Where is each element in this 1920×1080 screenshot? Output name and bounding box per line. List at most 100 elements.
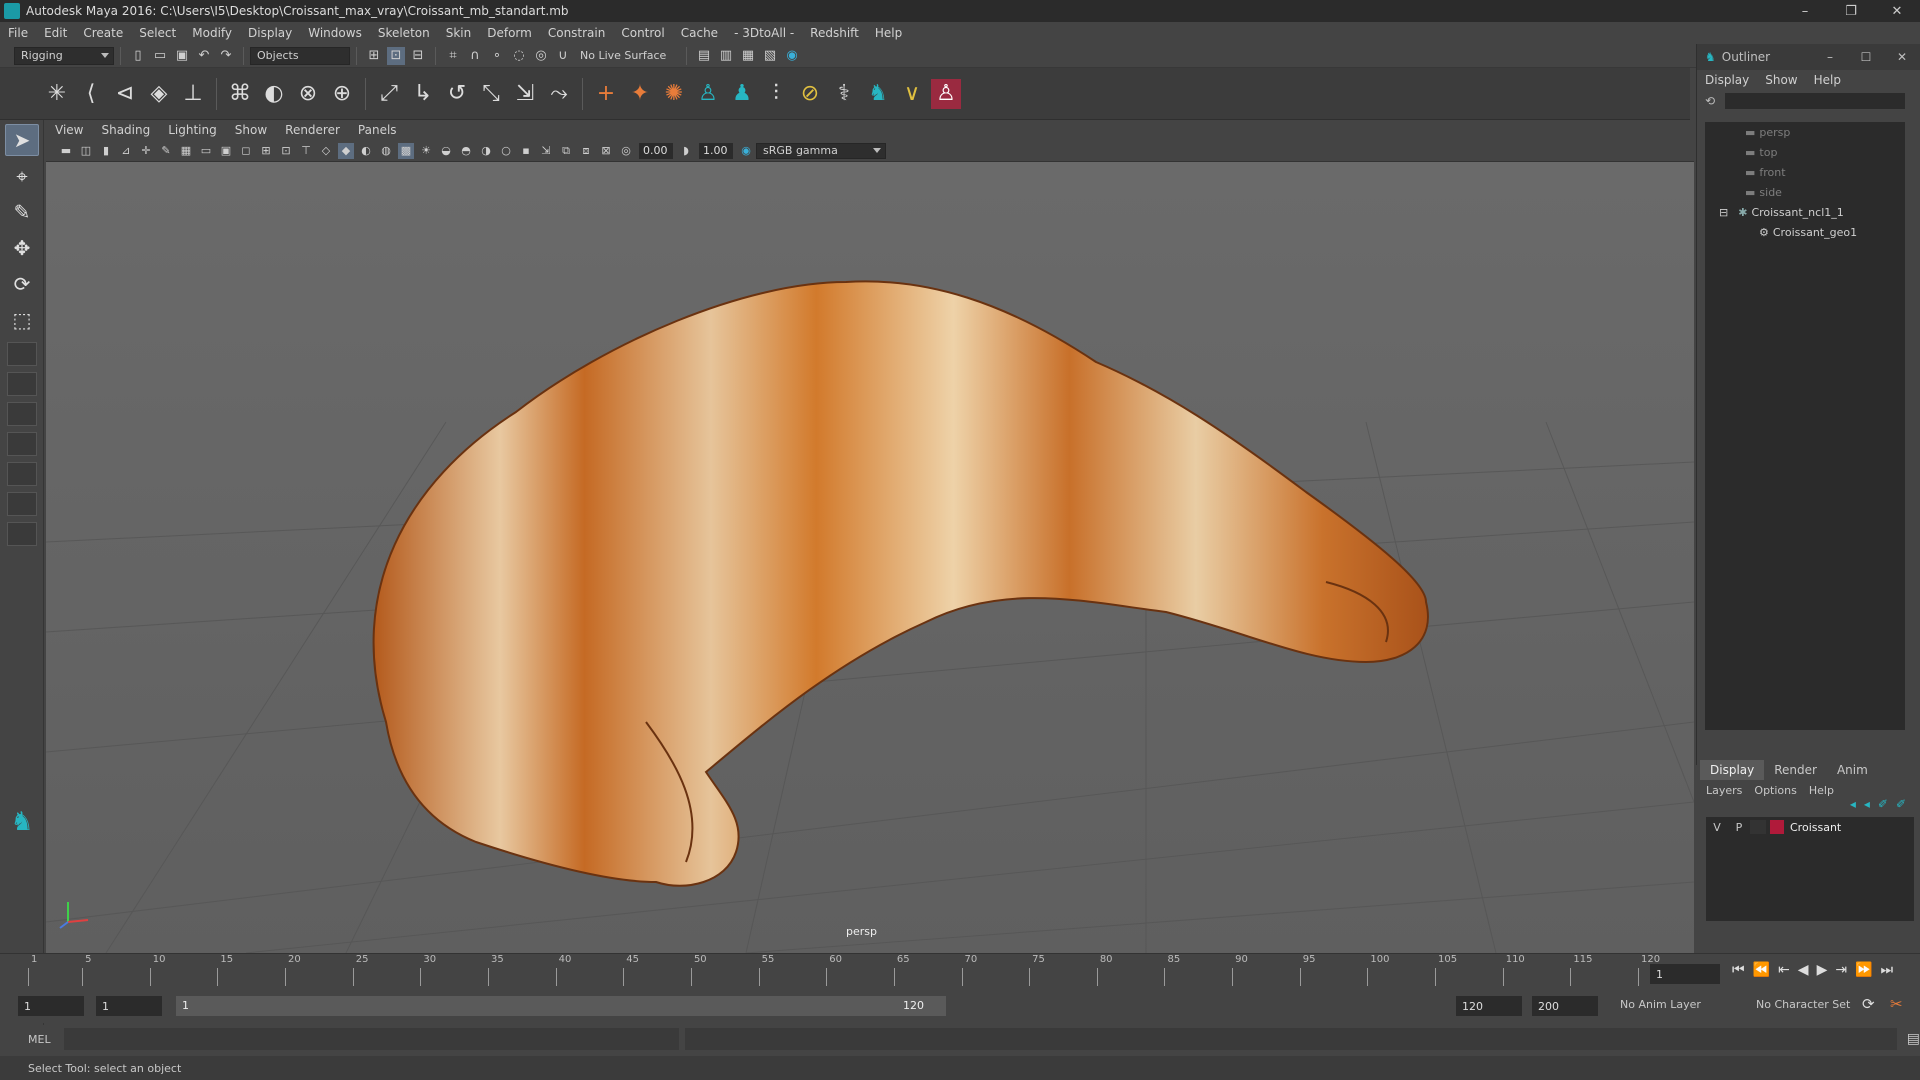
exposure-icon[interactable]: ◎ (618, 143, 634, 159)
field-chart-icon[interactable]: ⊞ (258, 143, 274, 159)
sculpt-deformer-icon[interactable]: ✺ (659, 79, 689, 109)
select-mode-dropdown[interactable]: Objects (250, 46, 350, 65)
parent-constraint-icon[interactable]: ⇲ (510, 79, 540, 109)
stacked-layout-button[interactable] (7, 492, 37, 516)
ssao-icon[interactable]: ◓ (458, 143, 474, 159)
lights-icon[interactable]: ☀ (418, 143, 434, 159)
preferences-icon[interactable]: ✂ (1890, 995, 1903, 1013)
xray-icon[interactable]: ⧉ (558, 143, 574, 159)
snap-point-icon[interactable]: ∘ (488, 47, 506, 65)
playback-end-field[interactable]: 120 (1456, 996, 1522, 1016)
redo-icon[interactable]: ↷ (217, 47, 235, 65)
character-set-dropdown[interactable]: No Character Set (1756, 998, 1866, 1011)
menu-file[interactable]: File (0, 26, 36, 40)
maya-shelf-icon[interactable]: ♞ (863, 79, 893, 109)
layer-color-swatch[interactable] (1770, 820, 1784, 834)
select-hierarchy-icon[interactable]: ⊞ (365, 47, 383, 65)
vertex-icon[interactable]: ∨ (897, 79, 927, 109)
scale-tool-icon[interactable]: ⬚ (5, 304, 39, 336)
smooth-shade-icon[interactable]: ◆ (338, 142, 354, 159)
move-layer-up-icon[interactable]: ◂ (1850, 797, 1856, 811)
dof-icon[interactable]: ▪ (518, 143, 534, 159)
locator-icon[interactable]: + (591, 79, 621, 109)
start-time-field[interactable]: 1 (18, 996, 84, 1016)
image-plane-icon[interactable]: ⊿ (118, 143, 134, 159)
auto-key-icon[interactable]: ⟳ (1862, 995, 1875, 1013)
2d-pan-icon[interactable]: ✛ (138, 143, 154, 159)
resolution-gate-icon[interactable]: ▣ (218, 143, 234, 159)
paint-blend-icon[interactable]: ♙ (931, 78, 961, 109)
outliner-search-input[interactable] (1725, 93, 1906, 109)
gate-mask-icon[interactable]: ◻ (238, 143, 254, 159)
play-forward-icon[interactable]: ▶ (1817, 962, 1828, 978)
color-management-icon[interactable]: ◉ (738, 143, 754, 159)
joint-tool-icon[interactable]: ✳ (42, 79, 72, 109)
snap-view-icon[interactable]: ◌ (510, 47, 528, 65)
vp-menu-shading[interactable]: Shading (92, 123, 159, 137)
outliner-menu-display[interactable]: Display (1697, 73, 1757, 87)
snap-grid-icon[interactable]: ⌗ (444, 47, 462, 65)
viewport-scene[interactable]: persp (46, 162, 1694, 953)
menu-create[interactable]: Create (75, 26, 131, 40)
render-view-icon[interactable]: ▧ (761, 47, 779, 65)
menu-display[interactable]: Display (240, 26, 300, 40)
render-settings-icon[interactable]: ▤ (695, 47, 713, 65)
anim-layer-dropdown[interactable]: No Anim Layer (1620, 998, 1740, 1011)
step-forward-key-icon[interactable]: ⇥ (1835, 962, 1847, 978)
outliner-minimize-button[interactable]: – (1812, 50, 1848, 64)
paint-select-icon[interactable]: ✎ (5, 196, 39, 228)
point-constraint-icon[interactable]: ⤢ (374, 79, 404, 109)
hik-icon[interactable]: ♙ (693, 79, 723, 109)
menu-help[interactable]: Help (867, 26, 910, 40)
rotate-tool-icon[interactable]: ⟳ (5, 268, 39, 300)
layer-playback-toggle[interactable]: P (1728, 821, 1750, 834)
render-frame-icon[interactable]: ▥ (717, 47, 735, 65)
playback-start-field[interactable]: 1 (96, 996, 162, 1016)
snap-live-icon[interactable]: ∪ (554, 47, 572, 65)
select-object-icon[interactable]: ⊡ (387, 46, 405, 65)
shadows-icon[interactable]: ◒ (438, 143, 454, 159)
outliner-layout-button[interactable] (7, 432, 37, 456)
outliner-filter-icon[interactable]: ⟲ (1705, 94, 1715, 108)
outliner-maximize-button[interactable]: ☐ (1848, 50, 1884, 64)
graph-layout-button[interactable] (7, 462, 37, 486)
outliner-menu-show[interactable]: Show (1757, 73, 1805, 87)
step-back-key-icon[interactable]: ⇤ (1778, 962, 1790, 978)
command-input[interactable] (63, 1028, 680, 1050)
scale-constraint-icon[interactable]: ⤡ (476, 79, 506, 109)
color-space-dropdown[interactable]: sRGB gamma (756, 142, 886, 159)
outliner-item-side[interactable]: ▬ side (1705, 182, 1905, 202)
menu-cache[interactable]: Cache (673, 26, 726, 40)
film-gate-icon[interactable]: ▭ (198, 143, 214, 159)
four-view-layout-button[interactable] (7, 372, 37, 396)
go-to-start-icon[interactable]: ⏮ (1732, 962, 1745, 978)
end-time-field[interactable]: 200 (1532, 996, 1598, 1016)
lattice-icon[interactable]: ⊗ (293, 79, 323, 109)
layer-tab-anim[interactable]: Anim (1827, 760, 1878, 780)
open-scene-icon[interactable]: ▭ (151, 47, 169, 65)
layer-menu-help[interactable]: Help (1809, 784, 1834, 797)
lasso-tool-icon[interactable]: ⌖ (5, 160, 39, 192)
time-slider[interactable]: 1 5 10 15 20 25 30 35 40 45 50 55 60 65 70 75 80 85 90 95 10… (0, 953, 1920, 991)
menu-skeleton[interactable]: Skeleton (370, 26, 438, 40)
flat-shade-icon[interactable]: ◐ (358, 143, 374, 159)
safe-action-icon[interactable]: ⊡ (278, 143, 294, 159)
textured-icon[interactable]: ▩ (398, 142, 414, 159)
go-to-end-icon[interactable]: ⏭ (1881, 962, 1894, 978)
blend-shape-icon[interactable]: ⫶ (761, 79, 791, 109)
menu-redshift[interactable]: Redshift (802, 26, 867, 40)
new-layer-selected-icon[interactable]: ✐ (1896, 797, 1906, 811)
bookmark-icon[interactable]: ▮ (98, 143, 114, 159)
current-frame-field[interactable]: 1 (1650, 964, 1720, 984)
vp-menu-lighting[interactable]: Lighting (159, 123, 226, 137)
xray-joints-icon[interactable]: ⧈ (578, 143, 594, 159)
menu-constrain[interactable]: Constrain (540, 26, 614, 40)
select-component-icon[interactable]: ⊟ (409, 47, 427, 65)
play-backward-icon[interactable]: ◀ (1798, 962, 1809, 978)
insert-joint-icon[interactable]: ◈ (144, 79, 174, 109)
single-view-layout-button[interactable] (7, 342, 37, 366)
wireframe-icon[interactable]: ◇ (318, 143, 334, 159)
wire-deformer-icon[interactable]: ⚕ (829, 79, 859, 109)
cluster-icon[interactable]: ⊕ (327, 79, 357, 109)
undo-icon[interactable]: ↶ (195, 47, 213, 65)
